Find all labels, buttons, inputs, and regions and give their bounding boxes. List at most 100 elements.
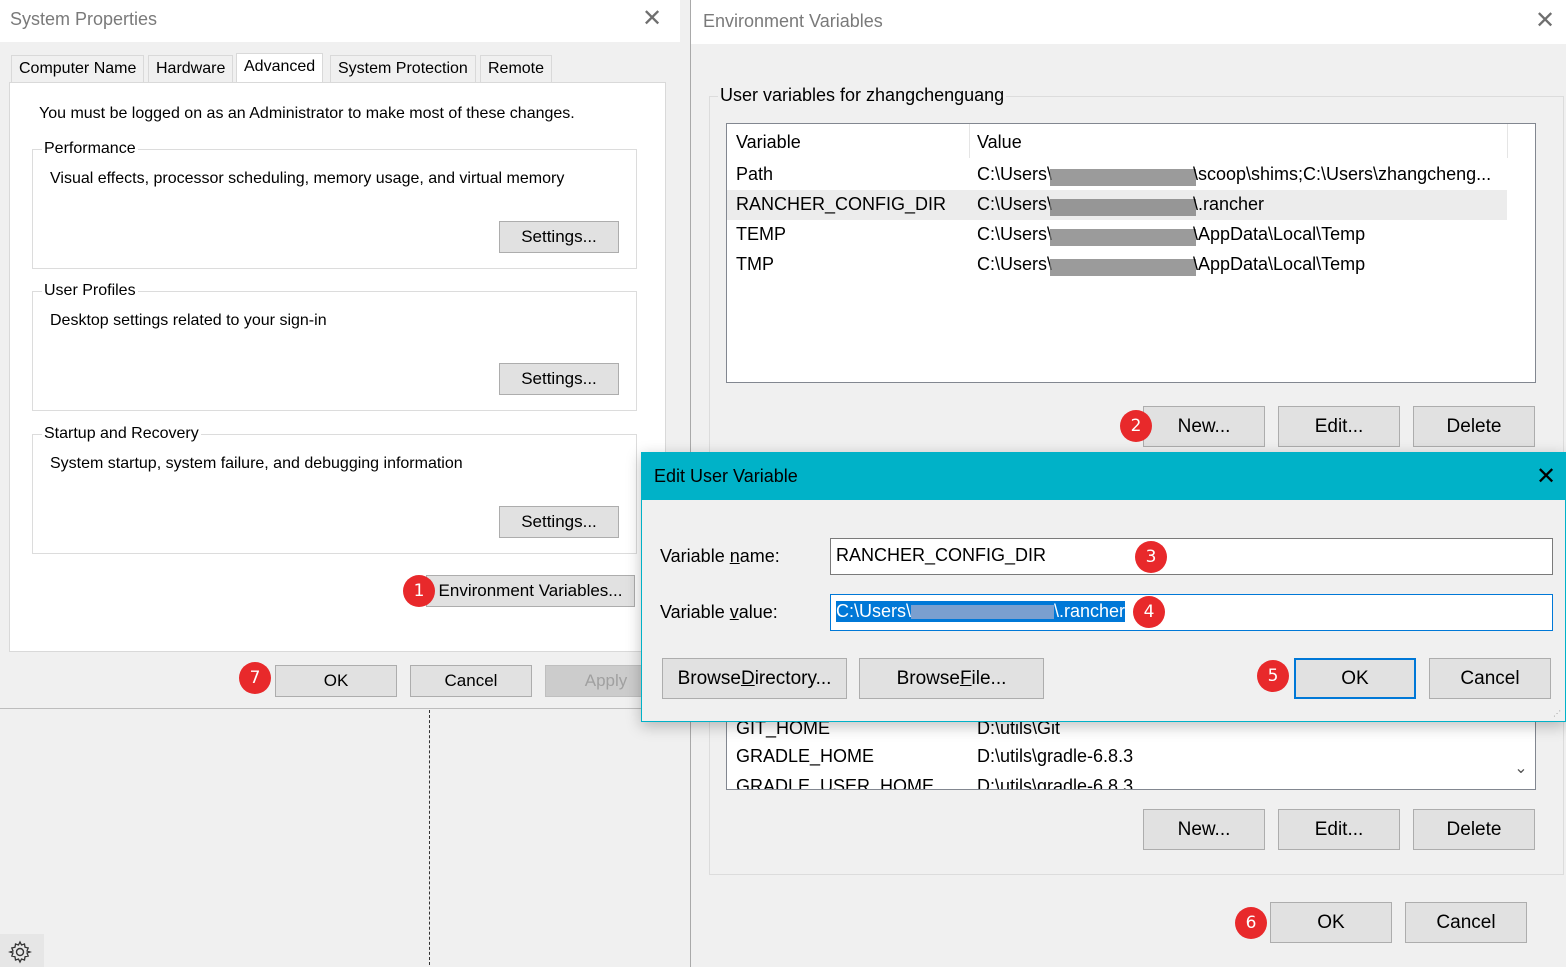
step-marker-5: 5 (1257, 660, 1289, 692)
tab-remote[interactable]: Remote (480, 55, 553, 83)
button-accelerator: F (959, 667, 972, 689)
redacted-username (911, 605, 1055, 620)
edit-user-variable-dialog: Edit User Variable ✕ Variable name: RANC… (641, 452, 1566, 722)
row-value-suffix: \AppData\Local\Temp (1193, 224, 1366, 244)
table-row[interactable]: RANCHER_CONFIG_DIR C:\Users\ \.rancher (727, 190, 1507, 220)
user-profiles-settings-button[interactable]: Settings... (499, 363, 619, 395)
variable-name-label: Variable name: (660, 546, 780, 567)
variable-value-label: Variable value: (660, 602, 778, 623)
table-row[interactable]: GRADLE_HOME D:\utils\gradle-6.8.3 (727, 742, 1507, 772)
user-edit-button[interactable]: Edit... (1278, 406, 1400, 447)
edit-dialog-titlebar: Edit User Variable ✕ (642, 453, 1565, 500)
user-new-button[interactable]: New... (1143, 406, 1265, 447)
row-value-prefix: C:\Users\ (977, 224, 1053, 244)
redacted-username (1050, 169, 1196, 186)
step-marker-3: 3 (1135, 541, 1167, 573)
performance-desc: Visual effects, processor scheduling, me… (50, 170, 565, 187)
system-edit-button[interactable]: Edit... (1278, 809, 1400, 850)
startup-recovery-legend: Startup and Recovery (42, 425, 201, 443)
env-ok-button[interactable]: OK (1270, 902, 1392, 943)
column-header-value[interactable]: Value (977, 132, 1022, 153)
env-title: Environment Variables (703, 11, 883, 31)
tab-computer-name[interactable]: Computer Name (11, 55, 145, 83)
startup-settings-button[interactable]: Settings... (499, 506, 619, 538)
dashed-divider (429, 710, 430, 965)
env-titlebar: Environment Variables ✕ (691, 0, 1566, 44)
row-variable: Path (736, 164, 774, 184)
selected-text: C:\Users\ \.rancher (836, 601, 1126, 622)
row-value-suffix: \.rancher (1193, 194, 1265, 214)
tab-advanced[interactable]: Advanced (236, 53, 324, 83)
column-divider (1507, 124, 1508, 158)
advanced-tab-panel: You must be logged on as an Administrato… (9, 82, 666, 652)
row-variable: GRADLE_USER_HOME (736, 776, 935, 790)
table-row[interactable]: TEMP C:\Users\ \AppData\Local\Temp (727, 220, 1507, 250)
gear-icon[interactable] (0, 934, 44, 967)
row-variable: TMP (736, 254, 774, 274)
startup-recovery-group: Startup and Recovery System startup, sys… (32, 425, 637, 554)
browse-file-button[interactable]: Browse File... (859, 658, 1044, 699)
startup-recovery-desc: System startup, system failure, and debu… (50, 455, 463, 472)
row-value-suffix: \scoop\shims;C:\Users\zhangcheng... (1193, 164, 1492, 184)
system-ok-button[interactable]: OK (275, 665, 397, 697)
row-variable: RANCHER_CONFIG_DIR (736, 194, 947, 214)
redacted-username (1050, 259, 1196, 276)
row-value-suffix: \AppData\Local\Temp (1193, 254, 1366, 274)
button-text: Browse (896, 667, 960, 689)
env-cancel-button[interactable]: Cancel (1405, 902, 1527, 943)
column-divider (969, 124, 970, 158)
desktop-area (0, 708, 690, 967)
button-text: Browse (677, 667, 741, 689)
environment-variables-button[interactable]: Environment Variables... (426, 575, 635, 607)
row-value-prefix: C:\Users\ (977, 194, 1053, 214)
redacted-username (1050, 229, 1196, 246)
row-value: D:\utils\gradle-6.8.3 (977, 746, 1134, 766)
label-text: alue: (738, 602, 778, 622)
user-profiles-legend: User Profiles (42, 282, 138, 300)
label-accelerator: v (729, 602, 739, 622)
edit-ok-button[interactable]: OK (1294, 658, 1416, 699)
column-header-variable[interactable]: Variable (736, 132, 801, 153)
variable-name-value: RANCHER_CONFIG_DIR (836, 545, 1047, 565)
resize-grip-icon[interactable]: ⋰ (1553, 709, 1563, 719)
user-variables-legend: User variables for zhangchenguang (718, 85, 1007, 106)
performance-group: Performance Visual effects, processor sc… (32, 140, 637, 269)
close-icon[interactable]: ✕ (1531, 7, 1559, 35)
chevron-down-icon[interactable]: ⌄ (1511, 758, 1531, 778)
system-properties-window: System Properties ✕ Computer Name Hardwa… (0, 0, 680, 708)
value-suffix: \.rancher (1054, 601, 1126, 621)
button-text: ile... (971, 667, 1007, 689)
tab-system-protection[interactable]: System Protection (330, 55, 476, 83)
table-row[interactable]: TMP C:\Users\ \AppData\Local\Temp (727, 250, 1507, 280)
edit-dialog-title: Edit User Variable (654, 466, 798, 486)
user-delete-button[interactable]: Delete (1413, 406, 1535, 447)
redacted-username (1050, 199, 1196, 216)
performance-settings-button[interactable]: Settings... (499, 221, 619, 253)
table-row[interactable]: Path C:\Users\ \scoop\shims;C:\Users\zha… (727, 160, 1507, 190)
variable-name-field[interactable]: RANCHER_CONFIG_DIR (830, 538, 1553, 575)
user-variables-list[interactable]: Variable Value Path C:\Users\ \scoop\shi… (726, 123, 1536, 383)
step-marker-1: 1 (403, 575, 435, 607)
variable-value-field[interactable]: C:\Users\ \.rancher (830, 594, 1553, 631)
step-marker-7: 7 (239, 662, 271, 694)
performance-legend: Performance (42, 140, 138, 158)
admin-note: You must be logged on as an Administrato… (39, 105, 575, 122)
user-profiles-desc: Desktop settings related to your sign-in (50, 312, 327, 329)
button-text: irectory... (754, 667, 832, 689)
browse-directory-button[interactable]: Browse Directory... (662, 658, 847, 699)
step-marker-6: 6 (1235, 907, 1267, 939)
table-row[interactable]: GRADLE_USER_HOME D:\utils\gradle-6.8.3 (727, 772, 1507, 790)
label-text: Variable (660, 602, 730, 622)
label-text: Variable (660, 546, 730, 566)
edit-cancel-button[interactable]: Cancel (1429, 658, 1551, 699)
system-delete-button[interactable]: Delete (1413, 809, 1535, 850)
step-marker-2: 2 (1120, 410, 1152, 442)
system-new-button[interactable]: New... (1143, 809, 1265, 850)
close-icon[interactable]: ✕ (638, 5, 666, 33)
row-value-prefix: C:\Users\ (977, 164, 1053, 184)
row-value-prefix: C:\Users\ (977, 254, 1053, 274)
tab-hardware[interactable]: Hardware (148, 55, 234, 83)
close-icon[interactable]: ✕ (1532, 463, 1560, 491)
value-prefix: C:\Users\ (836, 601, 912, 621)
system-cancel-button[interactable]: Cancel (410, 665, 532, 697)
